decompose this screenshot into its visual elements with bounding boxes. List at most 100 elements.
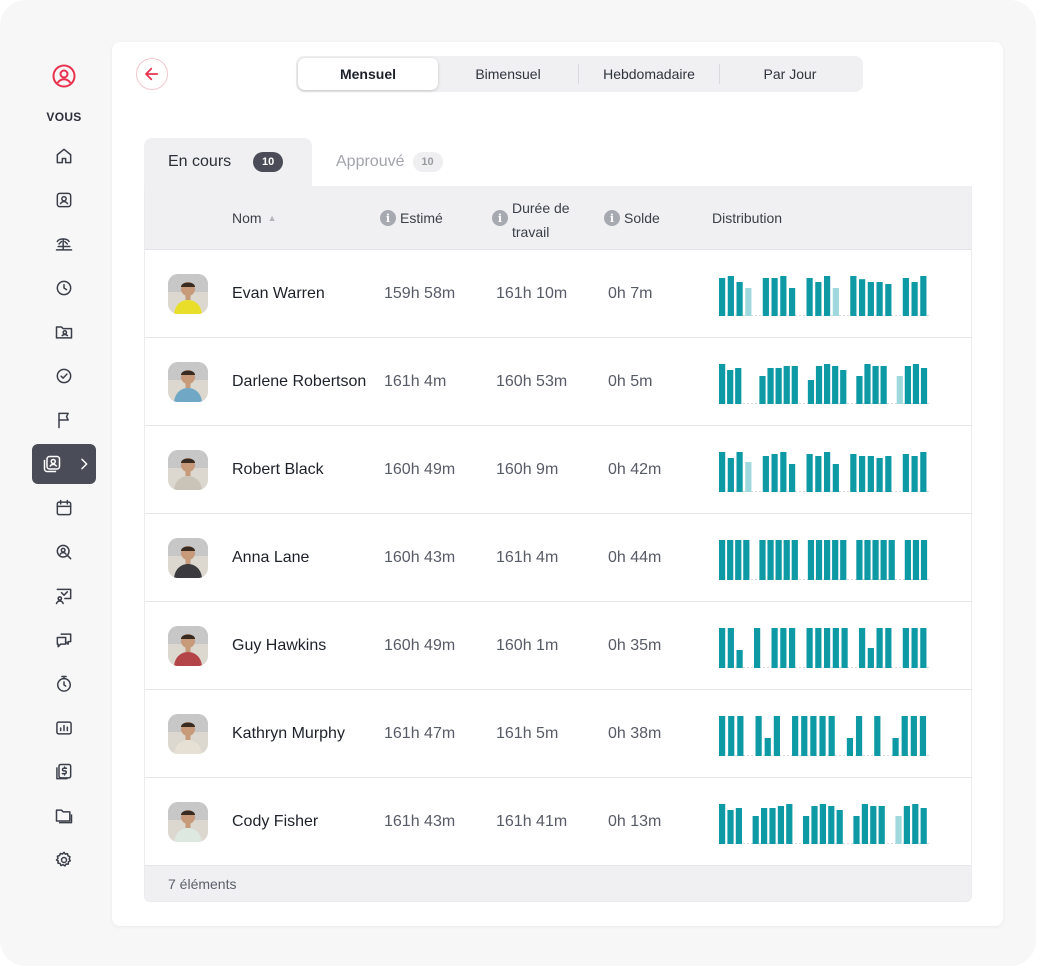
balance-time: 0h 5m <box>608 373 653 390</box>
sidebar-item-files[interactable] <box>32 796 96 836</box>
sidebar-item-goals[interactable] <box>32 400 96 440</box>
tab-approved[interactable]: Approuvé 10 <box>336 138 443 186</box>
distribution-bar <box>773 716 780 756</box>
distribution-bar <box>920 540 928 580</box>
period-option-monthly[interactable]: Mensuel <box>298 58 438 90</box>
tab-in-progress[interactable]: En cours 10 <box>144 138 312 186</box>
distribution-bar <box>728 716 735 756</box>
distribution-bar <box>727 810 734 844</box>
app-frame: VOUS Mensuel Bimensuel Hebdomadaire Par … <box>0 0 1036 966</box>
distribution-bar <box>872 540 879 580</box>
column-distribution: Distribution <box>712 186 782 250</box>
column-name[interactable]: Nom ▲ <box>232 186 276 250</box>
sidebar-item-reports[interactable] <box>32 708 96 748</box>
sidebar-item-settings[interactable] <box>32 840 96 880</box>
distribution-bar <box>895 816 902 844</box>
distribution-bar <box>767 540 774 580</box>
chat-icon <box>56 633 72 648</box>
distribution-bar <box>783 540 790 580</box>
balance-time: 0h 38m <box>608 725 662 742</box>
distribution-bar <box>762 278 769 316</box>
column-worked: i Durée de travail <box>492 186 582 250</box>
sidebar-item-timesheets[interactable] <box>32 444 96 484</box>
distribution-bar <box>912 804 919 844</box>
sidebar-item-calendar[interactable] <box>32 488 96 528</box>
info-icon[interactable]: i <box>492 210 508 226</box>
sidebar-item-expenses[interactable] <box>32 752 96 792</box>
table-row[interactable]: Darlene Robertson 161h 4m 160h 53m 0h 5m <box>145 338 971 426</box>
table-row[interactable]: Anna Lane 160h 43m 161h 4m 0h 44m <box>145 514 971 602</box>
sidebar-item-profile[interactable] <box>32 180 96 220</box>
worked-time: 161h 10m <box>496 285 568 302</box>
employee-name: Anna Lane <box>232 549 310 566</box>
distribution-bar <box>836 810 843 844</box>
period-option-weekly[interactable]: Hebdomadaire <box>579 58 719 90</box>
distribution-chart <box>719 452 929 492</box>
distribution-bar <box>767 368 774 404</box>
table-row[interactable]: Cody Fisher 161h 43m 161h 41m 0h 13m <box>145 778 971 866</box>
clock-icon <box>56 280 72 296</box>
distribution-bar <box>777 806 784 844</box>
worked-time: 161h 5m <box>496 725 559 742</box>
table-row[interactable]: Robert Black 160h 49m 160h 9m 0h 42m <box>145 426 971 514</box>
table-row[interactable]: Evan Warren 159h 58m 161h 10m 0h 7m <box>145 250 971 338</box>
column-distribution-label: Distribution <box>712 210 783 226</box>
sidebar-item-documents[interactable] <box>32 312 96 352</box>
distribution-bar <box>755 716 762 756</box>
table-row[interactable]: Guy Hawkins 160h 49m 160h 1m 0h 35m <box>145 602 971 690</box>
sidebar-item-tasks[interactable] <box>32 356 96 396</box>
distribution-bar <box>846 738 854 756</box>
sidebar-item-messages[interactable] <box>32 620 96 660</box>
info-icon[interactable]: i <box>604 210 620 226</box>
period-option-daily[interactable]: Par Jour <box>720 58 860 90</box>
distribution-bar <box>736 452 743 492</box>
sidebar-item-home[interactable] <box>32 136 96 176</box>
estimated-time: 160h 49m <box>384 461 456 478</box>
distribution-bar <box>832 464 839 492</box>
info-icon[interactable]: i <box>380 210 396 226</box>
column-balance: i Solde <box>604 186 660 250</box>
sidebar-item-training[interactable] <box>32 576 96 616</box>
distribution-chart <box>719 804 929 844</box>
presentation-icon <box>55 588 72 605</box>
distribution-bar <box>920 276 927 316</box>
stopwatch-icon <box>57 675 71 692</box>
distribution-bar <box>876 458 883 492</box>
distribution-bar <box>856 540 863 580</box>
distribution-bar <box>888 540 895 580</box>
distribution-bar <box>719 278 726 316</box>
distribution-bar <box>727 276 734 316</box>
employee-name: Darlene Robertson <box>232 373 367 390</box>
distribution-bar <box>856 376 863 404</box>
distribution-bar <box>859 628 866 668</box>
distribution-bar <box>719 540 726 580</box>
distribution-bar <box>775 368 782 404</box>
distribution-bar <box>759 540 766 580</box>
distribution-bar <box>761 808 768 844</box>
distribution-bar <box>815 366 823 404</box>
distribution-chart <box>719 628 929 668</box>
back-button[interactable] <box>136 58 168 90</box>
distribution-bar <box>824 540 831 580</box>
distribution-bar <box>759 376 766 404</box>
distribution-bar <box>901 716 908 756</box>
distribution-bar <box>902 454 909 492</box>
distribution-bar <box>791 540 798 580</box>
distribution-bar <box>904 366 911 404</box>
distribution-bar <box>810 716 817 756</box>
distribution-bar <box>885 284 892 316</box>
sidebar-item-time[interactable] <box>32 268 96 308</box>
table-row[interactable]: Kathryn Murphy 161h 47m 161h 5m 0h 38m <box>145 690 971 778</box>
distribution-bar <box>840 370 847 404</box>
avatar <box>168 538 208 578</box>
user-card-icon <box>56 192 72 208</box>
column-estimated: i Estimé <box>380 186 443 250</box>
sidebar-item-time-off[interactable] <box>32 224 96 264</box>
sidebar-item-recruiting[interactable] <box>32 532 96 572</box>
distribution-bar <box>840 540 847 580</box>
sidebar-item-timer[interactable] <box>32 664 96 704</box>
distribution-bar <box>832 540 839 580</box>
distribution-bar <box>762 456 769 492</box>
balance-time: 0h 13m <box>608 813 662 830</box>
period-option-bimonthly[interactable]: Bimensuel <box>438 58 578 90</box>
